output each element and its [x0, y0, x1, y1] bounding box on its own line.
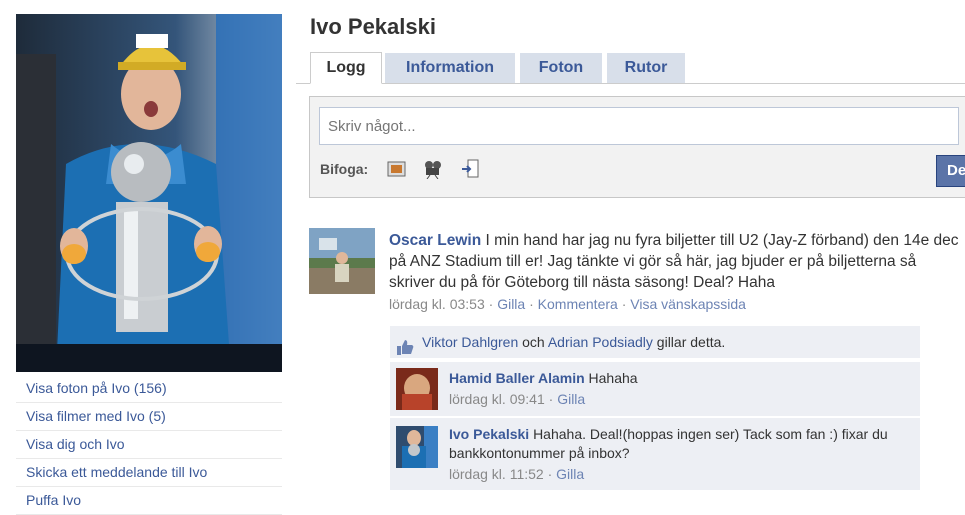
- likes-suffix: gillar detta.: [656, 334, 726, 350]
- link-icon[interactable]: [460, 159, 482, 179]
- tab-wall[interactable]: Logg: [310, 52, 382, 84]
- likes-and: och: [522, 334, 545, 350]
- comment-item: Ivo Pekalski Hahaha. Deal!(hoppas ingen …: [390, 418, 920, 490]
- profile-name: Ivo Pekalski: [310, 14, 436, 39]
- likes-bar: Viktor Dahlgren och Adrian Podsiadly gil…: [390, 326, 920, 358]
- comment-text: Hahaha: [588, 370, 638, 386]
- post-timestamp[interactable]: lördag kl. 03:53: [389, 296, 485, 312]
- profile-photo-image: [16, 14, 282, 372]
- comment-author-link[interactable]: Ivo Pekalski: [449, 426, 529, 442]
- like-user-link[interactable]: Viktor Dahlgren: [422, 334, 518, 350]
- tab-boxes[interactable]: Rutor: [607, 53, 685, 83]
- tab-info[interactable]: Information: [385, 53, 515, 83]
- post-author-link[interactable]: Oscar Lewin: [389, 232, 481, 249]
- video-icon[interactable]: [422, 159, 444, 180]
- post-avatar-image: [309, 228, 375, 294]
- comment-avatar-image: [396, 368, 438, 410]
- post-body: Oscar Lewin I min hand har jag nu fyra b…: [389, 230, 959, 293]
- comment-author-link[interactable]: Hamid Baller Alamin: [449, 370, 585, 386]
- separator: ·: [547, 466, 553, 482]
- photo-icon[interactable]: [386, 159, 408, 179]
- separator: ·: [529, 296, 534, 312]
- comment-timestamp: lördag kl. 09:41: [449, 391, 545, 407]
- tab-bar: Logg Information Foton Rutor: [296, 52, 965, 84]
- see-friendship-link[interactable]: Visa vänskapssida: [630, 296, 746, 312]
- like-link[interactable]: Gilla: [497, 296, 525, 312]
- separator: ·: [621, 296, 627, 312]
- attach-label: Bifoga:: [320, 161, 369, 177]
- comment-link[interactable]: Kommentera: [538, 296, 618, 312]
- separator: ·: [548, 391, 554, 407]
- comment-avatar-image: [396, 426, 438, 468]
- link-view-you-and[interactable]: Visa dig och Ivo: [16, 431, 282, 459]
- link-view-photos[interactable]: Visa foton på Ivo (156): [16, 375, 282, 403]
- link-send-message[interactable]: Skicka ett meddelande till Ivo: [16, 459, 282, 487]
- post-meta: lördag kl. 03:53 · Gilla · Kommentera · …: [389, 296, 746, 312]
- link-view-videos[interactable]: Visa filmer med Ivo (5): [16, 403, 282, 431]
- comment-like-link[interactable]: Gilla: [556, 466, 584, 482]
- comment-like-link[interactable]: Gilla: [557, 391, 585, 407]
- profile-photo[interactable]: [16, 14, 282, 372]
- like-user-link[interactable]: Adrian Podsiadly: [548, 334, 653, 350]
- share-button[interactable]: De: [936, 155, 965, 187]
- comment-avatar[interactable]: [396, 426, 438, 468]
- left-column: Visa foton på Ivo (156) Visa filmer med …: [0, 0, 295, 515]
- tab-photos[interactable]: Foton: [520, 53, 602, 83]
- separator: ·: [488, 296, 494, 312]
- composer: Bifoga: De: [309, 96, 965, 198]
- profile-links: Visa foton på Ivo (156) Visa filmer med …: [16, 375, 282, 515]
- post-author-avatar[interactable]: [309, 228, 375, 294]
- link-poke[interactable]: Puffa Ivo: [16, 487, 282, 515]
- comment-timestamp: lördag kl. 11:52: [449, 466, 544, 482]
- comment-item: Hamid Baller Alamin Hahaha lördag kl. 09…: [390, 362, 920, 416]
- status-input[interactable]: [319, 107, 959, 145]
- comment-avatar[interactable]: [396, 368, 438, 410]
